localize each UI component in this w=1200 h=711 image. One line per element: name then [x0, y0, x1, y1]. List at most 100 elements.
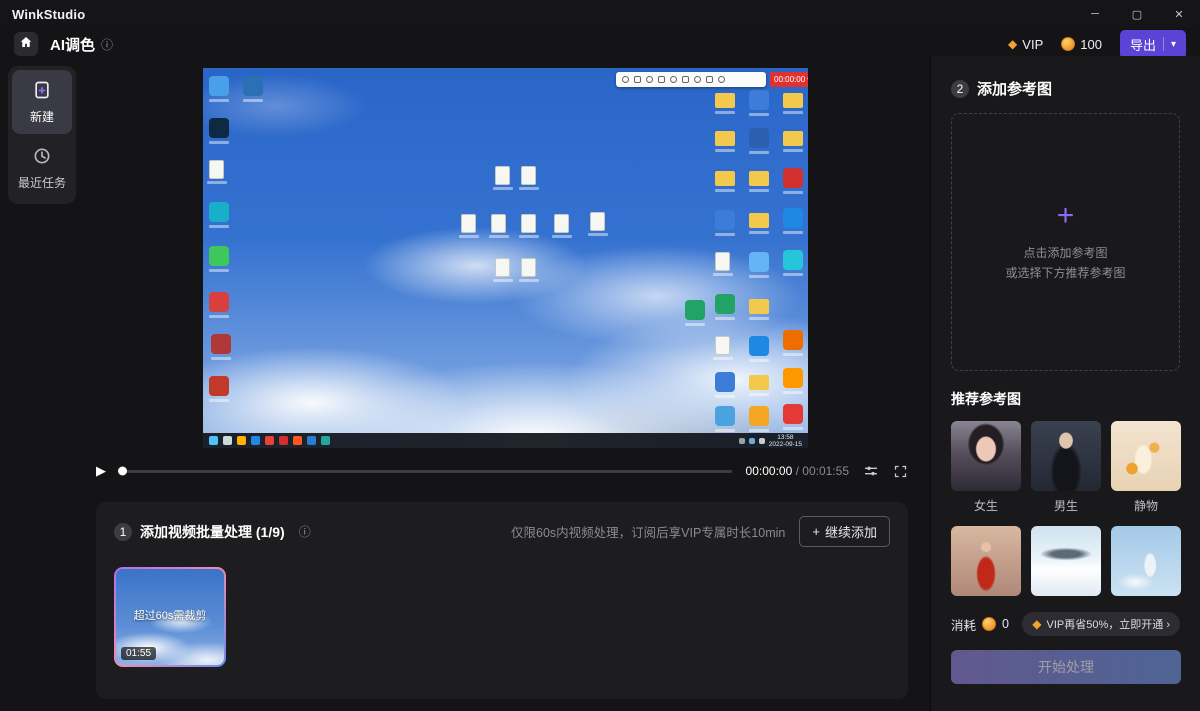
plus-icon: +	[812, 524, 820, 539]
taskbar-app-icon	[223, 436, 232, 445]
batch-title: 添加视频批量处理 (1/9)	[140, 522, 285, 542]
desktop-icon	[783, 250, 803, 270]
vip-badge[interactable]: ◆ VIP	[1008, 37, 1043, 52]
start-processing-button[interactable]: 开始处理	[951, 650, 1181, 684]
playback-controls: ▶ 00:00:00 / 00:01:55	[96, 459, 908, 483]
video-preview[interactable]: 00:00:00 ▾ 13:58 2022-09-15	[203, 68, 808, 448]
taskbar-app-icon	[209, 436, 218, 445]
coin-icon	[982, 617, 996, 631]
desktop-icon	[749, 171, 769, 186]
reference-labels: 女生 男生 静物	[951, 497, 1180, 514]
maximize-icon[interactable]: ▢	[1116, 0, 1158, 28]
desktop-icon	[209, 202, 229, 222]
reference-image-red-dress[interactable]	[951, 526, 1021, 596]
taskbar-app-icon	[321, 436, 330, 445]
taskbar-app-icon	[293, 436, 302, 445]
app-title: WinkStudio	[12, 7, 85, 22]
sidebar-item-label: 新建	[30, 108, 54, 125]
desktop-icon	[749, 213, 769, 228]
coin-balance[interactable]: 100	[1061, 37, 1102, 52]
dropzone-text: 点击添加参考图 或选择下方推荐参考图	[1005, 243, 1125, 284]
desktop-icon	[783, 168, 803, 188]
desktop-icon	[209, 246, 229, 266]
taskbar-app-icon	[307, 436, 316, 445]
play-button[interactable]: ▶	[96, 463, 106, 479]
desktop-icon	[495, 258, 510, 277]
batch-header: 1 添加视频批量处理 (1/9) ⓘ 仅限60s内视频处理，订阅后享VIP专属时…	[114, 516, 890, 547]
reference-image-sky[interactable]	[1111, 526, 1181, 596]
desktop-icon	[715, 336, 730, 355]
step-badge-2: 2	[951, 80, 969, 98]
desktop-icon	[461, 214, 476, 233]
coin-icon	[1061, 37, 1075, 51]
info-icon[interactable]: ⓘ	[101, 36, 113, 53]
toolbar-tool-icon	[670, 76, 677, 83]
taskbar-app-icon	[265, 436, 274, 445]
batch-hint: 仅限60s内视频处理，订阅后享VIP专属时长10min	[511, 522, 785, 541]
screenshot-toolbar	[616, 72, 766, 87]
close-icon[interactable]: ✕	[1158, 0, 1200, 28]
desktop-icon	[749, 375, 769, 390]
seek-handle[interactable]	[118, 467, 127, 476]
vip-label: VIP	[1022, 37, 1043, 52]
fullscreen-icon[interactable]	[893, 464, 908, 479]
desktop-icon	[590, 212, 605, 231]
desktop-icon	[715, 131, 735, 146]
system-tray: 13:58 2022-09-15	[739, 434, 802, 448]
desktop-icon	[783, 208, 803, 228]
clip-thumbnail[interactable]: 超过60s需裁剪 01:55	[114, 567, 226, 667]
seek-slider[interactable]	[120, 470, 732, 473]
add-more-button[interactable]: + 继续添加	[799, 516, 890, 547]
desktop-icon	[209, 118, 229, 138]
header-right: ◆ VIP 100 导出 ▾	[1008, 30, 1186, 59]
sidebar-item-new[interactable]: 新建	[12, 70, 72, 134]
minimize-icon[interactable]: ─	[1074, 0, 1116, 28]
info-icon[interactable]: ⓘ	[299, 523, 311, 540]
desktop-icon	[749, 299, 769, 314]
taskbar-app-icon	[251, 436, 260, 445]
taskbar-app-icon	[237, 436, 246, 445]
desktop-icon	[685, 300, 705, 320]
reference-image-still-life[interactable]	[1111, 421, 1181, 491]
desktop-icon	[783, 330, 803, 350]
desktop-icon	[749, 406, 769, 426]
home-icon	[19, 35, 33, 54]
desktop-icon	[521, 258, 536, 277]
adjust-icon[interactable]	[863, 463, 879, 479]
reference-image-boy[interactable]	[1031, 421, 1101, 491]
desktop-icon	[715, 294, 735, 314]
taskbar: 13:58 2022-09-15	[203, 433, 808, 448]
vip-promo-button[interactable]: ◆ VIP再省50%，立即开通 ›	[1022, 612, 1180, 636]
add-more-label: 继续添加	[825, 522, 877, 541]
reference-image-snow[interactable]	[1031, 526, 1101, 596]
category-label: 男生	[1031, 497, 1101, 514]
diamond-icon: ◆	[1032, 617, 1041, 631]
desktop-icon	[209, 292, 229, 312]
total-time: 00:01:55	[802, 464, 849, 478]
desktop-icon	[243, 76, 263, 96]
winkstudio-window: WinkStudio ─ ▢ ✕ AI调色 ⓘ ◆ VIP 100 导出	[0, 0, 1200, 711]
window-controls: ─ ▢ ✕	[1074, 0, 1200, 28]
desktop-icon	[491, 214, 506, 233]
reference-header: 2 添加参考图	[951, 78, 1180, 99]
recommended-title: 推荐参考图	[951, 389, 1180, 409]
sidebar-item-recent[interactable]: 最近任务	[12, 136, 72, 200]
reference-title: 添加参考图	[977, 78, 1052, 99]
clip-overlay-text: 超过60s需裁剪	[116, 607, 224, 623]
taskbar-app-icon	[279, 436, 288, 445]
home-button[interactable]	[14, 32, 38, 56]
desktop-icon	[715, 93, 735, 108]
history-icon	[32, 146, 52, 169]
desktop-icon	[749, 252, 769, 272]
reference-image-girl[interactable]	[951, 421, 1021, 491]
desktop-icon	[521, 214, 536, 233]
export-button[interactable]: 导出 ▾	[1120, 30, 1186, 59]
batch-panel: 1 添加视频批量处理 (1/9) ⓘ 仅限60s内视频处理，订阅后享VIP专属时…	[96, 502, 908, 699]
taskbar-clock: 13:58 2022-09-15	[769, 434, 802, 448]
time-separator: /	[792, 464, 802, 478]
reference-dropzone[interactable]: + 点击添加参考图 或选择下方推荐参考图	[951, 113, 1180, 371]
desktop-icon	[783, 131, 803, 146]
reference-panel: 2 添加参考图 + 点击添加参考图 或选择下方推荐参考图 推荐参考图 女生 男生…	[930, 56, 1200, 711]
desktop-icon	[783, 404, 803, 424]
consume-value: 0	[1002, 617, 1009, 631]
